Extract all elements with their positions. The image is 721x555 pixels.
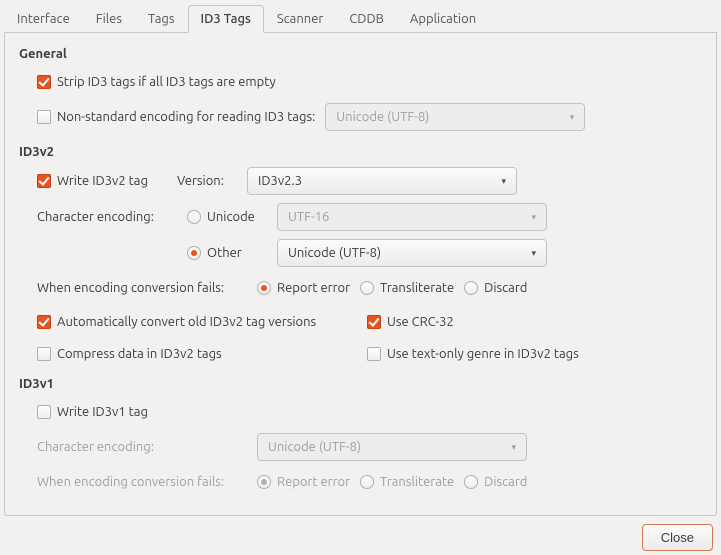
radio-icon (464, 475, 478, 489)
id3v1-char-encoding-label: Character encoding: (37, 440, 247, 454)
text-genre-checkbox[interactable]: Use text-only genre in ID3v2 tags (367, 347, 579, 361)
write-id3v1-checkbox[interactable]: Write ID3v1 tag (37, 405, 148, 419)
version-label: Version: (177, 174, 237, 188)
id3v2-version-select[interactable]: ID3v2.3 ▾ (247, 167, 517, 195)
checkbox-icon (37, 110, 51, 124)
checkbox-icon (37, 75, 51, 89)
id3v1-fail-report-radio: Report error (257, 475, 350, 489)
tab-id3-tags[interactable]: ID3 Tags (188, 5, 264, 33)
radio-icon (187, 210, 201, 224)
strip-id3-checkbox[interactable]: Strip ID3 tags if all ID3 tags are empty (37, 75, 276, 89)
chevron-down-icon: ▾ (531, 248, 536, 259)
id3v1-fail-discard-radio: Discard (464, 475, 527, 489)
radio-icon (187, 246, 201, 260)
compress-checkbox[interactable]: Compress data in ID3v2 tags (37, 347, 357, 361)
settings-panel: General Strip ID3 tags if all ID3 tags a… (4, 33, 717, 516)
unicode-encoding-select: UTF-16 ▾ (277, 203, 547, 231)
radio-icon (360, 281, 374, 295)
footer: Close (4, 516, 717, 551)
checkbox-icon (37, 174, 51, 188)
radio-icon (257, 475, 271, 489)
tab-scanner[interactable]: Scanner (264, 5, 336, 33)
encoding-unicode-radio[interactable]: Unicode (187, 210, 267, 224)
other-encoding-select[interactable]: Unicode (UTF-8) ▾ (277, 239, 547, 267)
crc32-checkbox[interactable]: Use CRC-32 (367, 315, 454, 329)
tab-cddb[interactable]: CDDB (336, 5, 397, 33)
nonstd-encoding-checkbox[interactable]: Non-standard encoding for reading ID3 ta… (37, 110, 315, 124)
section-id3v1-title: ID3v1 (19, 377, 702, 391)
section-id3v2-title: ID3v2 (19, 145, 702, 159)
conversion-fails-label: When encoding conversion fails: (37, 281, 247, 295)
char-encoding-label: Character encoding: (37, 210, 177, 224)
radio-icon (257, 281, 271, 295)
tab-tags[interactable]: Tags (135, 5, 188, 33)
chevron-down-icon: ▾ (531, 212, 536, 223)
tab-interface[interactable]: Interface (4, 5, 83, 33)
checkbox-icon (367, 347, 381, 361)
chevron-down-icon: ▾ (511, 442, 516, 453)
tab-application[interactable]: Application (397, 5, 489, 33)
encoding-other-radio[interactable]: Other (187, 246, 267, 260)
close-button[interactable]: Close (642, 524, 713, 551)
chevron-down-icon: ▾ (501, 176, 506, 187)
checkbox-icon (37, 405, 51, 419)
section-general-title: General (19, 47, 702, 61)
fail-transliterate-radio[interactable]: Transliterate (360, 281, 454, 295)
fail-report-radio[interactable]: Report error (257, 281, 350, 295)
autoconvert-checkbox[interactable]: Automatically convert old ID3v2 tag vers… (37, 315, 357, 329)
write-id3v2-checkbox[interactable]: Write ID3v2 tag (37, 174, 167, 188)
id3v1-encoding-select: Unicode (UTF-8) ▾ (257, 433, 527, 461)
id3v1-fail-transliterate-radio: Transliterate (360, 475, 454, 489)
radio-icon (360, 475, 374, 489)
radio-icon (464, 281, 478, 295)
checkbox-icon (37, 347, 51, 361)
tabbar: Interface Files Tags ID3 Tags Scanner CD… (4, 4, 717, 33)
nonstd-encoding-select: Unicode (UTF-8) ▾ (325, 103, 585, 131)
fail-discard-radio[interactable]: Discard (464, 281, 527, 295)
id3v1-conversion-fails-label: When encoding conversion fails: (37, 475, 247, 489)
checkbox-icon (37, 315, 51, 329)
checkbox-icon (367, 315, 381, 329)
tab-files[interactable]: Files (83, 5, 135, 33)
chevron-down-icon: ▾ (570, 112, 575, 123)
